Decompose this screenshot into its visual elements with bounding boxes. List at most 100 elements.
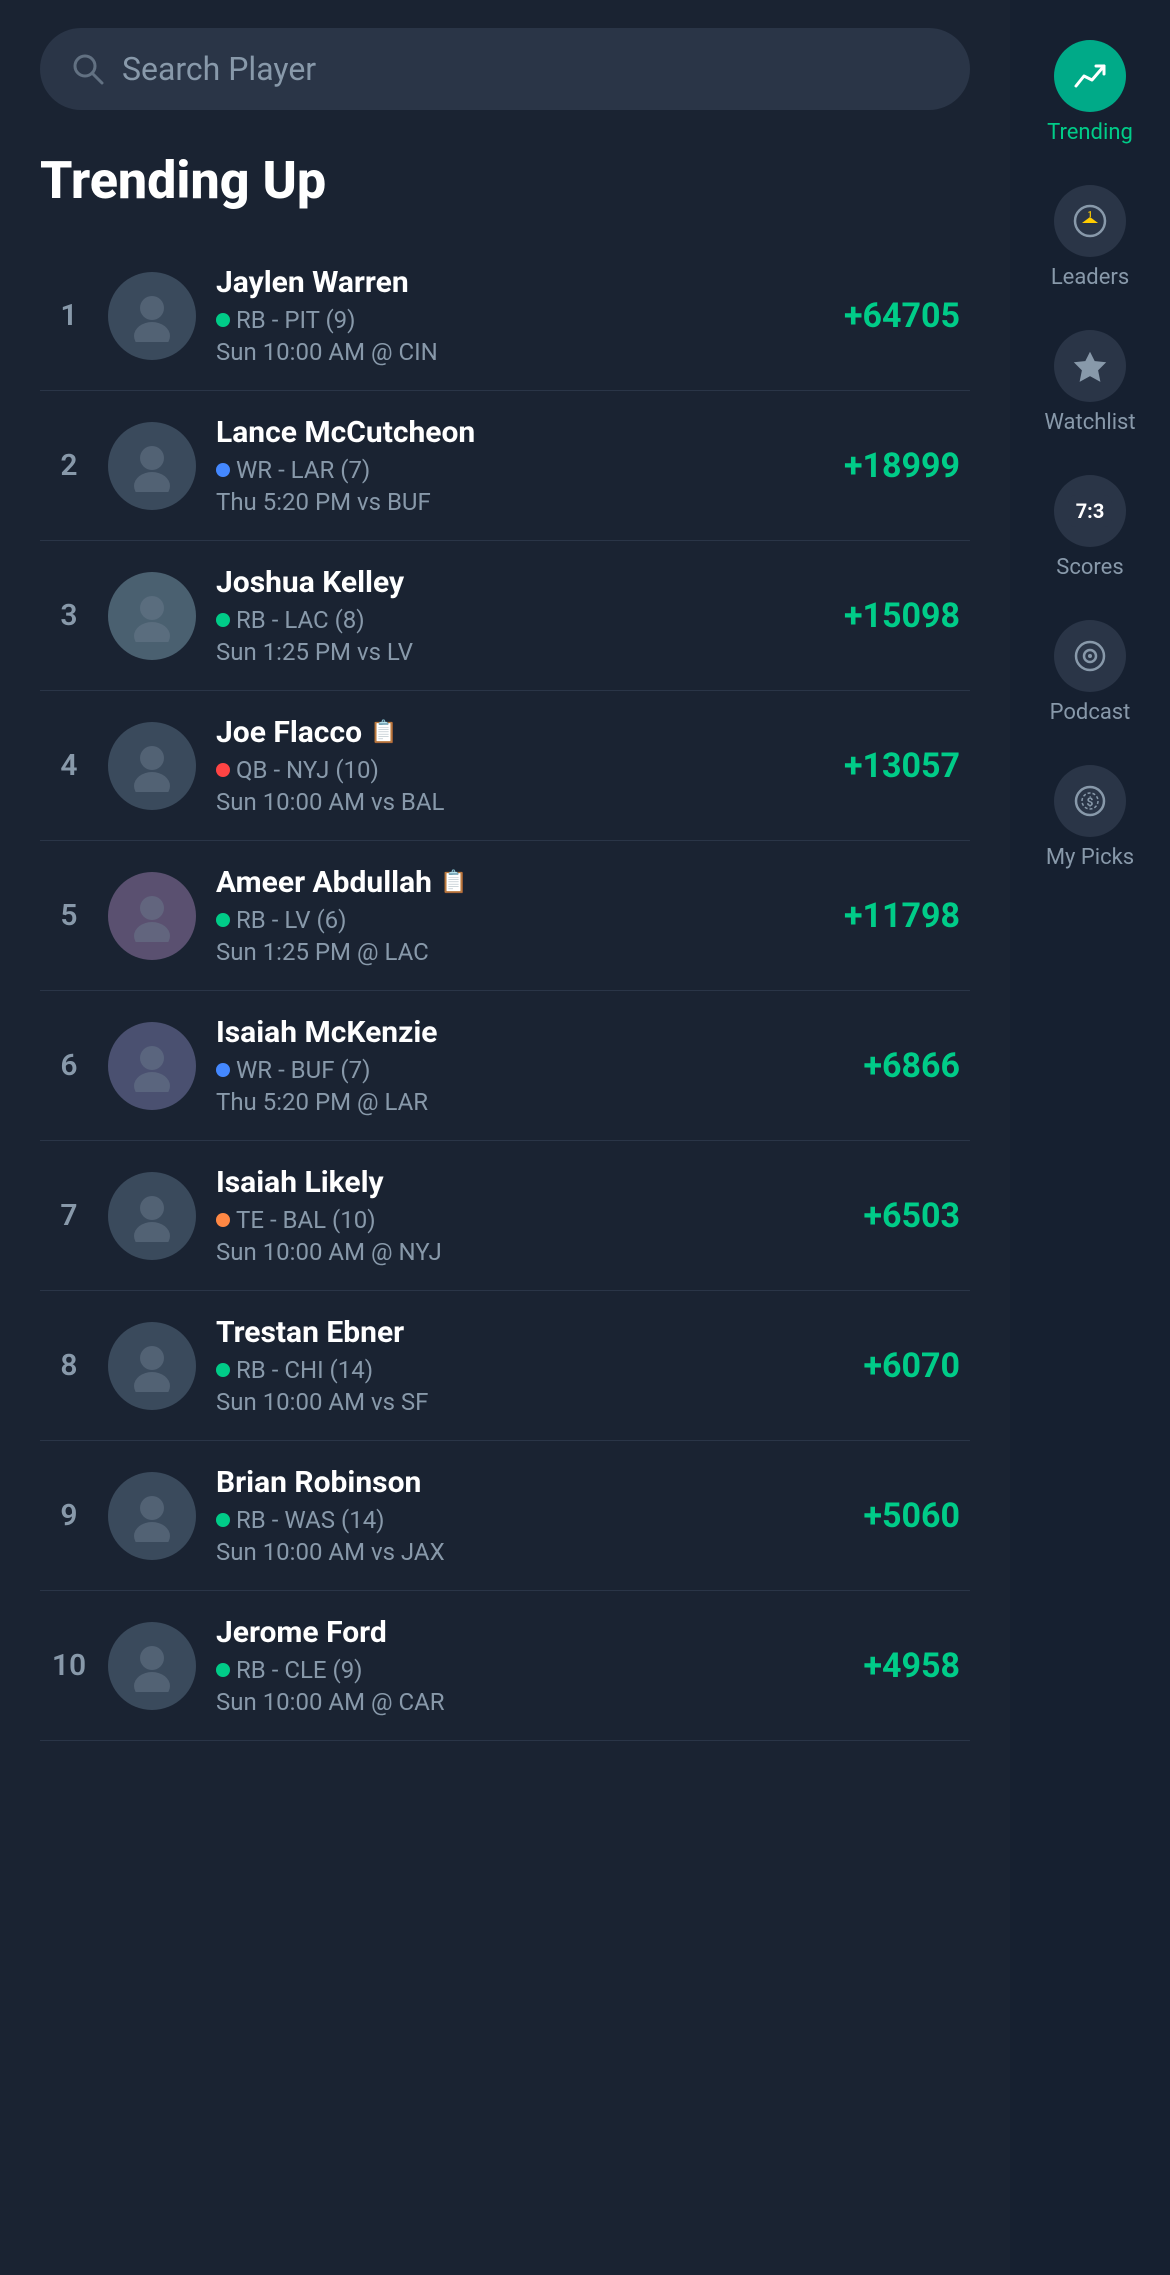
avatar [108, 722, 196, 810]
player-separator: - BUF (7) [278, 1056, 370, 1084]
player-position: RB [236, 606, 266, 634]
player-position: RB [236, 906, 266, 934]
status-dot [216, 313, 230, 327]
player-score: +15098 [820, 596, 960, 636]
player-meta: WR - BUF (7) [216, 1056, 800, 1084]
watchlist-icon-bg [1054, 330, 1126, 402]
player-score: +64705 [820, 296, 960, 336]
list-item[interactable]: 7 Isaiah Likely TE - BAL (10) Sun 10:00 … [40, 1141, 970, 1291]
player-rank: 4 [50, 748, 88, 783]
status-dot [216, 613, 230, 627]
player-position: RB [236, 1356, 266, 1384]
sidebar-item-podcast[interactable]: Podcast [1010, 600, 1170, 745]
avatar [108, 1022, 196, 1110]
player-position: RB [236, 1656, 266, 1684]
player-info: Brian Robinson RB - WAS (14) Sun 10:00 A… [216, 1465, 800, 1566]
player-info: Isaiah McKenzie WR - BUF (7) Thu 5:20 PM… [216, 1015, 800, 1116]
player-meta: TE - BAL (10) [216, 1206, 800, 1234]
main-content: Search Player Trending Up 1 Jaylen Warre… [0, 0, 1010, 2275]
player-rank: 9 [50, 1498, 88, 1533]
avatar-silhouette [126, 290, 178, 342]
list-item[interactable]: 1 Jaylen Warren RB - PIT (9) Sun 10:00 A… [40, 241, 970, 391]
player-name: Jaylen Warren [216, 265, 800, 300]
note-icon: 📋 [370, 720, 397, 745]
avatar-silhouette [126, 890, 178, 942]
player-score: +13057 [820, 746, 960, 786]
status-dot [216, 463, 230, 477]
player-name: Trestan Ebner [216, 1315, 800, 1350]
player-position: QB [236, 756, 267, 784]
avatar-silhouette [126, 1640, 178, 1692]
player-position: RB [236, 306, 266, 334]
list-item[interactable]: 3 Joshua Kelley RB - LAC (8) Sun 1:25 PM… [40, 541, 970, 691]
search-icon [70, 51, 106, 87]
player-meta: RB - PIT (9) [216, 306, 800, 334]
player-schedule: Sun 10:00 AM vs SF [216, 1388, 800, 1416]
leaders-icon-bg: 1 [1054, 185, 1126, 257]
status-dot [216, 913, 230, 927]
status-dot [216, 1063, 230, 1077]
list-item[interactable]: 8 Trestan Ebner RB - CHI (14) Sun 10:00 … [40, 1291, 970, 1441]
player-position: RB [236, 1506, 266, 1534]
status-dot [216, 1513, 230, 1527]
list-item[interactable]: 10 Jerome Ford RB - CLE (9) Sun 10:00 AM… [40, 1591, 970, 1741]
player-name: Lance McCutcheon [216, 415, 800, 450]
player-meta: RB - CHI (14) [216, 1356, 800, 1384]
avatar [108, 1622, 196, 1710]
podcast-icon-bg [1054, 620, 1126, 692]
player-name: Isaiah McKenzie [216, 1015, 800, 1050]
avatar-silhouette [126, 440, 178, 492]
player-meta: RB - CLE (9) [216, 1656, 800, 1684]
player-separator: - LAC (8) [272, 606, 365, 634]
player-name: Isaiah Likely [216, 1165, 800, 1200]
player-position: TE [236, 1206, 264, 1234]
player-meta: WR - LAR (7) [216, 456, 800, 484]
player-rank: 2 [50, 448, 88, 483]
player-score: +4958 [820, 1646, 960, 1686]
player-list: 1 Jaylen Warren RB - PIT (9) Sun 10:00 A… [40, 241, 970, 1741]
scores-badge: 7:3 [1068, 495, 1113, 527]
search-bar[interactable]: Search Player [40, 28, 970, 110]
player-score: +18999 [820, 446, 960, 486]
sidebar-item-leaders[interactable]: 1 Leaders [1010, 165, 1170, 310]
player-schedule: Thu 5:20 PM @ LAR [216, 1088, 800, 1116]
player-name: Joe Flacco📋 [216, 715, 800, 750]
player-separator: - LV (6) [272, 906, 347, 934]
sidebar-item-trending[interactable]: Trending [1010, 20, 1170, 165]
player-rank: 5 [50, 898, 88, 933]
player-name: Ameer Abdullah📋 [216, 865, 800, 900]
sidebar-label-mypicks: My Picks [1046, 845, 1134, 870]
avatar-silhouette [126, 1040, 178, 1092]
status-dot [216, 763, 230, 777]
list-item[interactable]: 6 Isaiah McKenzie WR - BUF (7) Thu 5:20 … [40, 991, 970, 1141]
player-schedule: Sun 10:00 AM vs JAX [216, 1538, 800, 1566]
sidebar-label-watchlist: Watchlist [1044, 410, 1135, 435]
avatar [108, 572, 196, 660]
avatar [108, 422, 196, 510]
player-rank: 8 [50, 1348, 88, 1383]
section-title: Trending Up [40, 150, 970, 211]
player-info: Isaiah Likely TE - BAL (10) Sun 10:00 AM… [216, 1165, 800, 1266]
list-item[interactable]: 5 Ameer Abdullah📋 RB - LV (6) Sun 1:25 P… [40, 841, 970, 991]
player-separator: - NYJ (10) [273, 756, 378, 784]
player-schedule: Sun 10:00 AM @ NYJ [216, 1238, 800, 1266]
list-item[interactable]: 4 Joe Flacco📋 QB - NYJ (10) Sun 10:00 AM… [40, 691, 970, 841]
avatar [108, 872, 196, 960]
avatar-silhouette [126, 740, 178, 792]
player-info: Joe Flacco📋 QB - NYJ (10) Sun 10:00 AM v… [216, 715, 800, 816]
list-item[interactable]: 2 Lance McCutcheon WR - LAR (7) Thu 5:20… [40, 391, 970, 541]
sidebar-item-mypicks[interactable]: $ My Picks [1010, 745, 1170, 890]
player-schedule: Sun 10:00 AM @ CAR [216, 1688, 800, 1716]
player-schedule: Sun 10:00 AM vs BAL [216, 788, 800, 816]
player-position: WR [236, 1056, 272, 1084]
sidebar-item-watchlist[interactable]: Watchlist [1010, 310, 1170, 455]
player-separator: - LAR (7) [278, 456, 370, 484]
list-item[interactable]: 9 Brian Robinson RB - WAS (14) Sun 10:00… [40, 1441, 970, 1591]
avatar [108, 1472, 196, 1560]
avatar [108, 272, 196, 360]
player-info: Jaylen Warren RB - PIT (9) Sun 10:00 AM … [216, 265, 800, 366]
svg-text:$: $ [1087, 795, 1094, 809]
player-name: Jerome Ford [216, 1615, 800, 1650]
sidebar-item-scores[interactable]: 7:3 Scores [1010, 455, 1170, 600]
avatar-silhouette [126, 1490, 178, 1542]
